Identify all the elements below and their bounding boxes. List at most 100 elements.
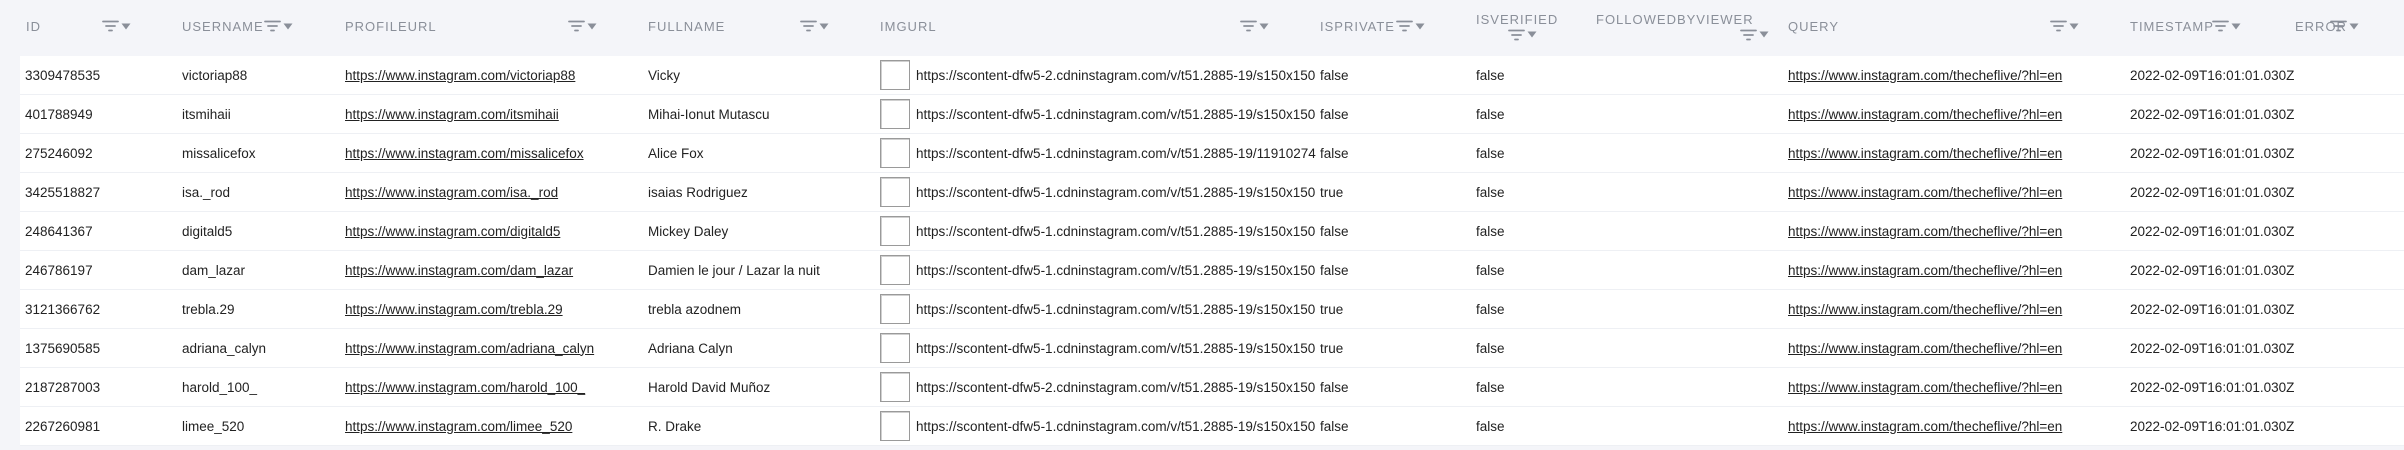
cell-fullname: R. Drake <box>648 418 702 434</box>
table-row[interactable]: 2187287003 harold_100_ https://www.instagr… <box>20 368 2404 407</box>
column-header-isprivate[interactable]: ISPRIVATE <box>1320 0 1395 52</box>
profile-link[interactable]: https://www.instagram.com/dam_lazar <box>345 263 573 278</box>
column-header-label: TIMESTAMP <box>2130 18 2214 34</box>
column-filter-fullname[interactable] <box>800 20 829 32</box>
column-header-label: USERNAME <box>182 18 264 34</box>
cell-isprivate: false <box>1320 145 1349 161</box>
cell-imgurl: https://scontent-dfw5-2.cdninstagram.com… <box>880 368 1328 406</box>
query-link[interactable]: https://www.instagram.com/thecheflive/?h… <box>1788 419 2062 434</box>
column-header-isverified[interactable]: ISVERIFIED <box>1476 0 1558 52</box>
column-filter-username[interactable] <box>264 20 293 32</box>
cell-isprivate: true <box>1320 184 1344 200</box>
column-header-label: PROFILEURL <box>345 18 437 34</box>
column-header-controls <box>1240 0 1269 52</box>
filter-icon <box>1740 29 1757 41</box>
cell-query: https://www.instagram.com/thecheflive/?h… <box>1788 251 2138 289</box>
cell-username: victoriap88 <box>182 67 248 83</box>
broken-image-icon <box>880 411 910 441</box>
cell-isverified: false <box>1476 301 1505 317</box>
profile-link[interactable]: https://www.instagram.com/trebla.29 <box>345 302 563 317</box>
column-header-query[interactable]: QUERY <box>1788 0 1839 52</box>
query-link[interactable]: https://www.instagram.com/thecheflive/?h… <box>1788 146 2062 161</box>
column-filter-error[interactable] <box>2330 20 2359 32</box>
column-header-fullname[interactable]: FULLNAME <box>648 0 725 52</box>
cell-timestamp: 2022-02-09T16:01:01.030Z <box>2130 379 2295 395</box>
table-row[interactable]: 248641367 digitald5 https://www.instagram.… <box>20 212 2404 251</box>
query-link[interactable]: https://www.instagram.com/thecheflive/?h… <box>1788 380 2062 395</box>
column-header-profileurl[interactable]: PROFILEURL <box>345 0 437 52</box>
broken-image-icon <box>880 333 910 363</box>
cell-timestamp: 2022-02-09T16:01:01.030Z <box>2130 301 2295 317</box>
table-row[interactable]: 3309478535 victoriap88 https://www.instagr… <box>20 56 2404 95</box>
filter-icon <box>1508 29 1525 41</box>
profile-link[interactable]: https://www.instagram.com/victoriap88 <box>345 68 575 83</box>
profile-link[interactable]: https://www.instagram.com/isa._rod <box>345 185 558 200</box>
profile-link[interactable]: https://www.instagram.com/missalicefox <box>345 146 584 161</box>
query-link[interactable]: https://www.instagram.com/thecheflive/?h… <box>1788 185 2062 200</box>
cell-imgurl: https://scontent-dfw5-2.cdninstagram.com… <box>880 56 1328 94</box>
column-filter-followedbyviewer[interactable] <box>1740 29 1769 41</box>
cell-id: 275246092 <box>25 145 93 161</box>
broken-image-icon <box>880 138 910 168</box>
chevron-down-icon <box>2349 23 2359 30</box>
query-link[interactable]: https://www.instagram.com/thecheflive/?h… <box>1788 263 2062 278</box>
cell-username: isa._rod <box>182 184 231 200</box>
table-row[interactable]: 401788949 itsmihaii https://www.instagram.… <box>20 95 2404 134</box>
column-header-followedbyviewer[interactable]: FOLLOWEDBYVIEWER <box>1596 0 1769 52</box>
grid-body: 3309478535 victoriap88 https://www.instagr… <box>20 56 2404 446</box>
cell-query: https://www.instagram.com/thecheflive/?h… <box>1788 56 2138 94</box>
query-link[interactable]: https://www.instagram.com/thecheflive/?h… <box>1788 224 2062 239</box>
cell-fullname: Damien le jour / Lazar la nuit <box>648 262 820 278</box>
column-header-imgurl[interactable]: IMGURL <box>880 0 937 52</box>
table-row[interactable]: 3121366762 trebla.29 https://www.instagram… <box>20 290 2404 329</box>
cell-username: digitald5 <box>182 223 233 239</box>
chevron-down-icon <box>1415 23 1425 30</box>
column-header-controls <box>2330 0 2359 52</box>
column-filter-isprivate[interactable] <box>1396 20 1425 32</box>
cell-fullname: Harold David Muñoz <box>648 379 771 395</box>
query-link[interactable]: https://www.instagram.com/thecheflive/?h… <box>1788 107 2062 122</box>
cell-profileurl: https://www.instagram.com/adriana_calyn <box>345 329 645 367</box>
query-link[interactable]: https://www.instagram.com/thecheflive/?h… <box>1788 341 2062 356</box>
table-row[interactable]: 2267260981 limee_520 https://www.instagram… <box>20 407 2404 446</box>
cell-profileurl: https://www.instagram.com/limee_520 <box>345 407 645 445</box>
profile-link[interactable]: https://www.instagram.com/limee_520 <box>345 419 572 434</box>
query-link[interactable]: https://www.instagram.com/thecheflive/?h… <box>1788 68 2062 83</box>
query-link[interactable]: https://www.instagram.com/thecheflive/?h… <box>1788 302 2062 317</box>
profile-link[interactable]: https://www.instagram.com/harold_100_ <box>345 380 585 395</box>
table-row[interactable]: 246786197 dam_lazar https://www.instagram.… <box>20 251 2404 290</box>
cell-query: https://www.instagram.com/thecheflive/?h… <box>1788 329 2138 367</box>
broken-image-icon <box>880 216 910 246</box>
profile-link[interactable]: https://www.instagram.com/digitald5 <box>345 224 560 239</box>
column-header-username[interactable]: USERNAME <box>182 0 264 52</box>
column-filter-profileurl[interactable] <box>568 20 597 32</box>
column-filter-query[interactable] <box>2050 20 2079 32</box>
table-row[interactable]: 3425518827 isa._rod https://www.instagram.… <box>20 173 2404 212</box>
broken-image-icon <box>880 255 910 285</box>
column-header-timestamp[interactable]: TIMESTAMP <box>2130 0 2214 52</box>
cell-isverified: false <box>1476 106 1505 122</box>
cell-isprivate: true <box>1320 340 1344 356</box>
cell-fullname: isaias Rodriguez <box>648 184 748 200</box>
cell-query: https://www.instagram.com/thecheflive/?h… <box>1788 95 2138 133</box>
column-filter-imgurl[interactable] <box>1240 20 1269 32</box>
profile-link[interactable]: https://www.instagram.com/itsmihaii <box>345 107 559 122</box>
table-row[interactable]: 1375690585 adriana_calyn https://www.insta… <box>20 329 2404 368</box>
cell-profileurl: https://www.instagram.com/trebla.29 <box>345 290 645 328</box>
column-filter-timestamp[interactable] <box>2212 20 2241 32</box>
cell-query: https://www.instagram.com/thecheflive/?h… <box>1788 290 2138 328</box>
column-header-label: IMGURL <box>880 18 937 34</box>
filter-icon <box>2330 20 2347 32</box>
column-header-id[interactable]: ID <box>26 0 41 52</box>
grid-header: ID USERNAME PROFILEURL FULLNAME IMGURL ISPRIV… <box>0 0 2404 52</box>
column-filter-isverified[interactable] <box>1508 29 1537 41</box>
column-filter-id[interactable] <box>102 20 131 32</box>
cell-imgurl: https://scontent-dfw5-1.cdninstagram.com… <box>880 212 1328 250</box>
filter-icon <box>2050 20 2067 32</box>
table-row[interactable]: 275246092 missalicefox https://www.instagr… <box>20 134 2404 173</box>
cell-fullname: Adriana Calyn <box>648 340 733 356</box>
cell-username: dam_lazar <box>182 262 246 278</box>
profile-link[interactable]: https://www.instagram.com/adriana_calyn <box>345 341 594 356</box>
cell-id: 3425518827 <box>25 184 101 200</box>
cell-fullname: Alice Fox <box>648 145 704 161</box>
